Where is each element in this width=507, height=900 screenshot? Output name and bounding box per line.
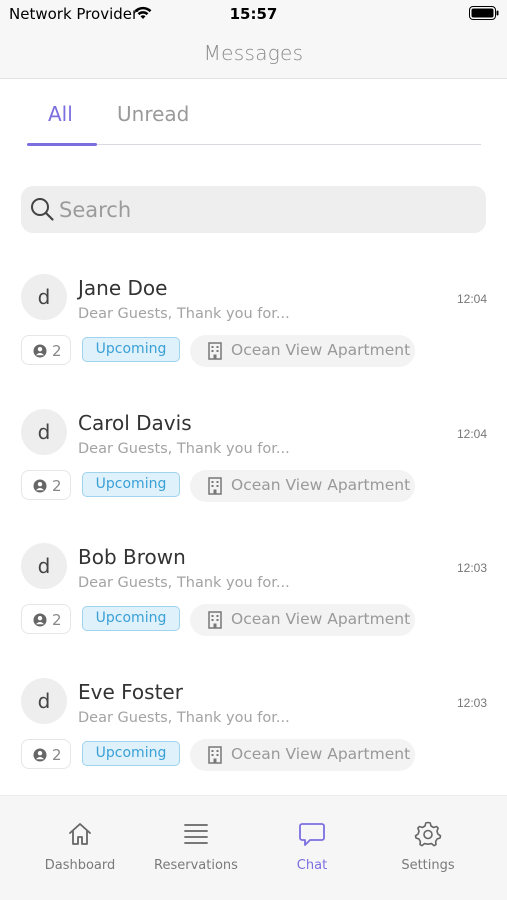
bottom-tab-bar: Dashboard Reservations Chat Settings bbox=[0, 795, 507, 900]
guest-count-pill: 2 bbox=[21, 604, 71, 634]
person-icon bbox=[33, 479, 47, 492]
navigation-bar: Messages bbox=[0, 30, 507, 79]
property-name: Ocean View Apartment bbox=[231, 744, 411, 763]
search-icon bbox=[31, 198, 54, 221]
avatar: d bbox=[21, 408, 67, 455]
home-icon bbox=[69, 823, 91, 845]
tab-label: Chat bbox=[296, 858, 328, 873]
building-icon bbox=[208, 745, 222, 764]
avatar: d bbox=[21, 274, 67, 320]
property-pill: Ocean View Apartment bbox=[190, 604, 415, 636]
property-name: Ocean View Apartment bbox=[231, 475, 411, 494]
message-filter-tabs: All Unread bbox=[27, 80, 481, 146]
search-input[interactable] bbox=[59, 186, 469, 233]
tab-chat[interactable]: Chat bbox=[254, 796, 370, 900]
property-name: Ocean View Apartment bbox=[231, 610, 411, 628]
message-preview: Dear Guests, Thank you for... bbox=[78, 709, 290, 726]
clock: 15:57 bbox=[229, 5, 278, 23]
conversation-item[interactable]: d Bob Brown Dear Guests, Thank you for..… bbox=[0, 534, 507, 669]
guest-count-pill: 2 bbox=[21, 335, 71, 365]
conversation-list: d Jane Doe Dear Guests, Thank you for...… bbox=[0, 265, 507, 803]
contact-name: Jane Doe bbox=[78, 276, 168, 300]
message-preview: Dear Guests, Thank you for... bbox=[78, 306, 290, 322]
conversation-tags: 2 Upcoming Ocean View Apartment bbox=[21, 738, 491, 771]
status-badge: Upcoming bbox=[82, 471, 180, 497]
tab-all[interactable]: All bbox=[48, 102, 73, 126]
status-badge: Upcoming bbox=[82, 606, 180, 631]
page-title: Messages bbox=[203, 41, 304, 65]
property-pill: Ocean View Apartment bbox=[190, 738, 415, 771]
avatar: d bbox=[21, 677, 67, 724]
property-name: Ocean View Apartment bbox=[231, 341, 411, 359]
conversation-tags: 2 Upcoming Ocean View Apartment bbox=[21, 469, 491, 502]
guest-count: 2 bbox=[52, 745, 62, 764]
message-time: 12:04 bbox=[456, 292, 487, 306]
conversation-item[interactable]: d Jane Doe Dear Guests, Thank you for...… bbox=[0, 265, 507, 400]
message-preview: Dear Guests, Thank you for... bbox=[78, 440, 290, 457]
status-bar: Network Provider 15:57 bbox=[0, 0, 507, 30]
conversation-item[interactable]: d Eve Foster Dear Guests, Thank you for.… bbox=[0, 669, 507, 804]
message-time: 12:04 bbox=[456, 426, 487, 441]
building-icon bbox=[208, 342, 222, 360]
message-time: 12:03 bbox=[456, 561, 487, 575]
property-pill: Ocean View Apartment bbox=[190, 469, 415, 502]
contact-name: Bob Brown bbox=[78, 545, 186, 569]
search-bar[interactable] bbox=[21, 186, 486, 233]
gear-icon bbox=[414, 821, 442, 847]
guest-count-pill: 2 bbox=[21, 469, 71, 500]
conversation-item[interactable]: d Carol Davis Dear Guests, Thank you for… bbox=[0, 400, 507, 535]
status-badge: Upcoming bbox=[82, 337, 180, 362]
building-icon bbox=[208, 611, 222, 629]
person-icon bbox=[33, 748, 47, 761]
guest-count: 2 bbox=[52, 611, 62, 629]
guest-count: 2 bbox=[52, 476, 62, 495]
tab-label: Settings bbox=[401, 858, 455, 873]
battery-icon bbox=[469, 6, 499, 20]
message-time: 12:03 bbox=[456, 695, 487, 710]
conversation-tags: 2 Upcoming Ocean View Apartment bbox=[21, 604, 491, 636]
active-tab-indicator bbox=[27, 143, 97, 146]
contact-name: Eve Foster bbox=[78, 679, 183, 704]
chat-icon bbox=[299, 823, 325, 846]
guest-count: 2 bbox=[52, 342, 62, 360]
avatar: d bbox=[21, 543, 67, 589]
conversation-tags: 2 Upcoming Ocean View Apartment bbox=[21, 335, 491, 367]
tab-label: Dashboard bbox=[44, 858, 116, 873]
tab-label: Reservations bbox=[154, 858, 238, 873]
person-icon bbox=[33, 344, 47, 358]
property-pill: Ocean View Apartment bbox=[190, 335, 415, 367]
tab-unread[interactable]: Unread bbox=[117, 102, 189, 126]
contact-name: Carol Davis bbox=[78, 410, 192, 435]
person-icon bbox=[33, 613, 47, 627]
building-icon bbox=[208, 476, 222, 495]
tab-reservations[interactable]: Reservations bbox=[138, 796, 254, 900]
tab-settings[interactable]: Settings bbox=[370, 796, 486, 900]
tab-dashboard[interactable]: Dashboard bbox=[22, 796, 138, 900]
status-badge: Upcoming bbox=[82, 740, 180, 766]
guest-count-pill: 2 bbox=[21, 738, 71, 769]
list-icon bbox=[184, 824, 208, 844]
message-preview: Dear Guests, Thank you for... bbox=[78, 575, 290, 591]
